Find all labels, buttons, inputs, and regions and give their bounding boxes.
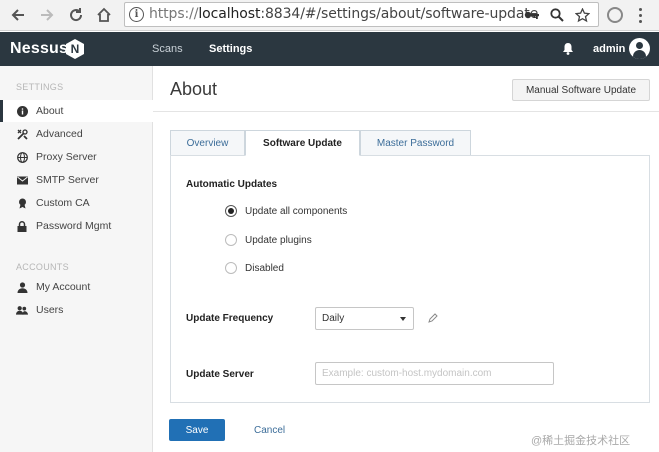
radio-button[interactable] bbox=[225, 234, 237, 246]
home-icon[interactable] bbox=[95, 6, 113, 24]
sidebar-item-label: SMTP Server bbox=[36, 174, 99, 186]
reload-icon[interactable] bbox=[67, 6, 85, 24]
radio-label: Update all components bbox=[245, 205, 348, 217]
browser-menu-icon[interactable] bbox=[637, 6, 643, 24]
update-frequency-label: Update Frequency bbox=[186, 313, 274, 324]
key-icon[interactable] bbox=[524, 7, 540, 23]
sidebar-item-label: Users bbox=[36, 304, 64, 316]
envelope-icon bbox=[16, 174, 28, 186]
sidebar-item-my-account[interactable]: My Account bbox=[0, 276, 153, 298]
nessus-logo-badge: N bbox=[66, 39, 84, 59]
cancel-link[interactable]: Cancel bbox=[254, 425, 285, 436]
sidebar-item-users[interactable]: Users bbox=[0, 299, 153, 321]
page-title: About bbox=[170, 79, 218, 99]
watermark-text: @稀土掘金技术社区 bbox=[531, 435, 631, 447]
nav-scans[interactable]: Scans bbox=[152, 43, 183, 55]
radio-disabled[interactable]: Disabled bbox=[225, 261, 284, 275]
nav-settings[interactable]: Settings bbox=[209, 43, 252, 55]
sidebar-item-label: Proxy Server bbox=[36, 151, 97, 163]
radio-update-plugins[interactable]: Update plugins bbox=[225, 233, 312, 247]
tab-overview[interactable]: Overview bbox=[170, 130, 245, 156]
automatic-updates-label: Automatic Updates bbox=[186, 179, 278, 190]
site-info-icon[interactable]: i bbox=[129, 7, 144, 22]
users-icon bbox=[16, 304, 28, 316]
sidebar-item-label: My Account bbox=[36, 281, 91, 293]
sidebar-heading-settings: SETTINGS bbox=[16, 82, 64, 92]
sidebar-heading-accounts: ACCOUNTS bbox=[16, 262, 69, 272]
sidebar-item-smtp-server[interactable]: SMTP Server bbox=[0, 169, 153, 191]
sidebar-item-password-mgmt[interactable]: Password Mgmt bbox=[0, 215, 153, 237]
back-icon[interactable] bbox=[9, 6, 27, 24]
sidebar-item-proxy-server[interactable]: Proxy Server bbox=[0, 146, 153, 168]
browser-toolbar: i https://localhost:8834/#/settings/abou… bbox=[0, 0, 659, 31]
radio-label: Update plugins bbox=[245, 234, 312, 246]
nessus-logo[interactable]: Nessus bbox=[10, 40, 68, 58]
app-header: Nessus N Scans Settings admin bbox=[0, 32, 659, 66]
tools-icon bbox=[16, 128, 28, 140]
sidebar-item-label: Custom CA bbox=[36, 197, 90, 209]
save-button[interactable]: Save bbox=[169, 419, 225, 441]
sidebar-item-advanced[interactable]: Advanced bbox=[0, 123, 153, 145]
tab-software-update[interactable]: Software Update bbox=[245, 130, 360, 156]
title-divider bbox=[153, 111, 659, 112]
update-server-input[interactable] bbox=[315, 362, 554, 385]
radio-button[interactable] bbox=[225, 262, 237, 274]
select-value: Daily bbox=[322, 313, 345, 324]
user-icon bbox=[16, 281, 28, 293]
manual-software-update-button[interactable]: Manual Software Update bbox=[512, 79, 650, 101]
sidebar-item-label: Password Mgmt bbox=[36, 220, 112, 232]
bookmark-star-icon[interactable] bbox=[574, 7, 590, 23]
certificate-icon bbox=[16, 197, 28, 209]
info-circle-icon bbox=[16, 105, 28, 117]
forward-icon[interactable] bbox=[38, 6, 56, 24]
pencil-icon[interactable] bbox=[427, 312, 439, 324]
radio-label: Disabled bbox=[245, 262, 284, 274]
globe-icon bbox=[16, 151, 28, 163]
url-text[interactable]: https://localhost:8834/#/settings/about/… bbox=[149, 6, 538, 22]
radio-update-all-components[interactable]: Update all components bbox=[225, 204, 347, 218]
settings-sidebar: SETTINGS About Advanced Proxy Server SMT… bbox=[0, 66, 153, 452]
caret-down-icon bbox=[400, 317, 406, 321]
tab-master-password[interactable]: Master Password bbox=[360, 130, 471, 156]
sidebar-item-label: Advanced bbox=[36, 128, 83, 140]
zoom-icon[interactable] bbox=[549, 7, 565, 23]
update-frequency-select[interactable]: Daily bbox=[315, 307, 414, 330]
bell-icon[interactable] bbox=[562, 42, 574, 55]
user-name[interactable]: admin bbox=[593, 43, 625, 55]
lock-icon bbox=[16, 220, 28, 232]
sidebar-item-about[interactable]: About bbox=[0, 100, 153, 122]
extension-icon[interactable] bbox=[607, 7, 623, 23]
radio-button-checked[interactable] bbox=[225, 205, 237, 217]
address-bar[interactable]: i https://localhost:8834/#/settings/abou… bbox=[124, 2, 599, 27]
update-server-label: Update Server bbox=[186, 369, 254, 380]
sidebar-item-label: About bbox=[36, 105, 64, 117]
user-avatar-icon[interactable] bbox=[629, 38, 650, 59]
sidebar-item-custom-ca[interactable]: Custom CA bbox=[0, 192, 153, 214]
